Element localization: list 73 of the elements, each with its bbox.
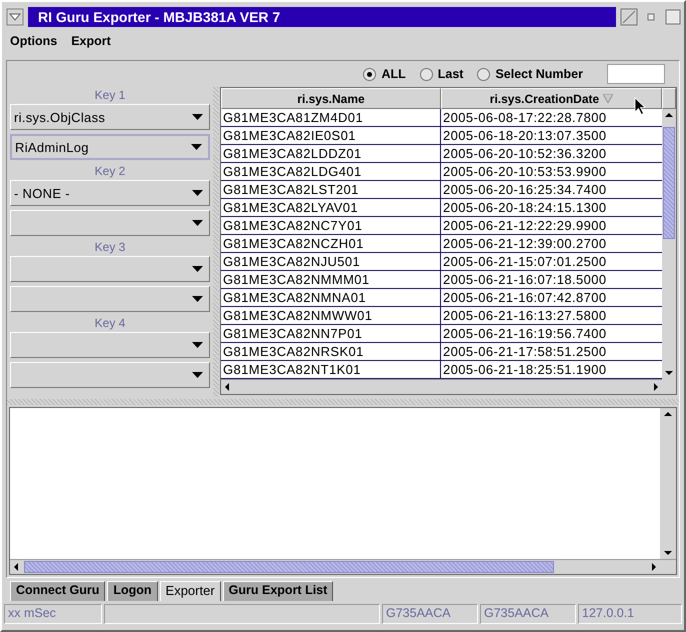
table-cell-text: 2005-06-21-16:07:42.8700	[442, 289, 608, 306]
minimize-icon[interactable]	[620, 8, 638, 26]
radio-option[interactable]: Select Number	[477, 67, 583, 81]
tab[interactable]: Connect Guru	[10, 581, 106, 601]
table-cell: G81ME3CA82NCZH01	[221, 235, 441, 252]
key-label: Key 1	[94, 87, 126, 103]
menu-item[interactable]: Export	[71, 34, 111, 48]
table-cell-text: 2005-06-21-12:39:00.2700	[442, 235, 608, 252]
tab[interactable]: Exporter	[160, 581, 221, 601]
dropdown-arrow-icon	[192, 296, 203, 302]
dropdown-arrow-icon	[192, 372, 203, 378]
scroll-thumb[interactable]	[663, 127, 675, 239]
combo-box[interactable]: RiAdminLog	[10, 134, 210, 160]
table-cell: G81ME3CA82NMMM01	[221, 271, 441, 288]
maximize-icon[interactable]	[664, 8, 682, 26]
table-cell-text: 2005-06-20-18:24:15.1300	[442, 199, 608, 216]
dropdown-arrow-icon	[192, 342, 203, 348]
combo-box[interactable]	[10, 332, 210, 358]
table-cell: G81ME3CA82NN7P01	[221, 325, 441, 342]
table-cell-text: 2005-06-20-16:25:34.7400	[442, 181, 608, 198]
key-label: Key 4	[94, 315, 126, 331]
key-label: Key 2	[94, 163, 126, 179]
combo-box[interactable]	[10, 256, 210, 282]
dropdown-arrow-icon	[191, 144, 202, 150]
combo-box[interactable]	[10, 210, 210, 236]
header-corner	[662, 88, 676, 109]
table-cell: G81ME3CA82LDG401	[221, 163, 441, 180]
table-cell: G81ME3CA81ZM4D01	[221, 109, 441, 126]
status-cell: G735AACA	[480, 604, 576, 624]
number-field[interactable]	[607, 64, 665, 84]
table-cell: G81ME3CA82NC7Y01	[221, 217, 441, 234]
table-cell: G81ME3CA82NT1K01	[221, 361, 441, 378]
table-cell: G81ME3CA82NMWW01	[221, 307, 441, 324]
radio-option[interactable]: Last	[420, 67, 464, 81]
combo-box[interactable]: ri.sys.ObjClass	[10, 104, 210, 130]
dropdown-arrow-icon	[192, 266, 203, 272]
window-title: RI Guru Exporter - MBJB381A VER 7	[28, 7, 616, 27]
table-cell-text: 2005-06-21-17:58:51.2500	[442, 343, 608, 360]
table-cell: G81ME3CA82LST201	[221, 181, 441, 198]
table-cell-text: 2005-06-21-16:07:18.5000	[442, 271, 608, 288]
table-cell-text: 2005-06-08-17:22:28.7800	[442, 109, 608, 126]
radio-option[interactable]: ALL	[363, 67, 406, 81]
tab[interactable]: Logon	[107, 581, 158, 601]
scroll-thumb[interactable]	[24, 561, 554, 573]
key-label: Key 3	[94, 239, 126, 255]
table-cell-text: 2005-06-21-16:13:27.5800	[442, 307, 608, 324]
table-cell: G81ME3CA82IE0S01	[221, 127, 441, 144]
combo-box[interactable]: - NONE -	[10, 180, 210, 206]
status-cell: G735AACA	[382, 604, 478, 624]
status-cell: 127.0.0.1	[578, 604, 682, 624]
table-cell: G81ME3CA82NMNA01	[221, 289, 441, 306]
dropdown-arrow-icon	[192, 190, 203, 196]
table-cell: G81ME3CA82NJU501	[221, 253, 441, 270]
column-header[interactable]: ri.sys.CreationDate	[441, 88, 662, 109]
table-cell-text: 2005-06-18-20:13:07.3500	[442, 127, 608, 144]
combo-box[interactable]	[10, 362, 210, 388]
dropdown-arrow-icon	[192, 220, 203, 226]
window-menu-icon[interactable]	[6, 8, 24, 26]
table-cell-text: 2005-06-20-10:53:53.9900	[442, 163, 608, 180]
table-cell-text: 2005-06-21-16:19:56.7400	[442, 325, 608, 342]
combo-box[interactable]	[10, 286, 210, 312]
dropdown-arrow-icon	[192, 114, 203, 120]
menu-item[interactable]: Options	[10, 34, 58, 48]
tab[interactable]: Guru Export List	[222, 581, 334, 601]
table-cell-text: 2005-06-21-12:22:29.9900	[442, 217, 608, 234]
column-header[interactable]: ri.sys.Name	[221, 88, 441, 109]
status-cell: xx mSec	[4, 604, 102, 624]
table-cell: G81ME3CA82LDDZ01	[221, 145, 441, 162]
table-cell-text: 2005-06-21-18:25:51.1900	[442, 361, 608, 378]
table-cell-text: 2005-06-20-10:52:36.3200	[442, 145, 608, 162]
table-cell: G81ME3CA82LYAV01	[221, 199, 441, 216]
table-cell-text: 2005-06-21-15:07:01.2500	[442, 253, 608, 270]
table-cell: G81ME3CA82NRSK01	[221, 343, 441, 360]
